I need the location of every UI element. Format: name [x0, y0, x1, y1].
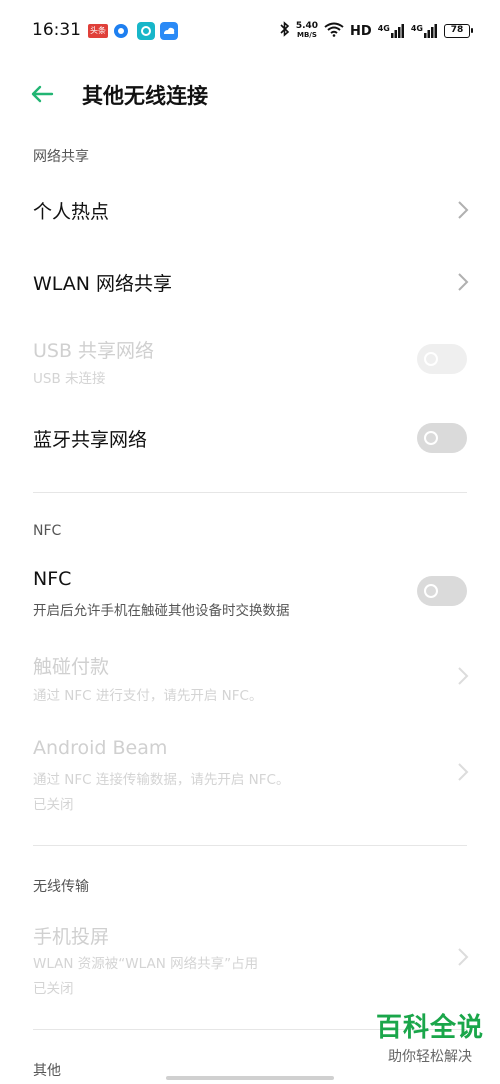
- nfc-subtitle: 开启后允许手机在触碰其他设备时交换数据: [33, 603, 290, 619]
- tap-pay-title: 触碰付款: [33, 656, 110, 678]
- section-label-other: 其他: [33, 1063, 61, 1079]
- screen-cast-subtitle: WLAN 资源被“WLAN 网络共享”占用: [33, 956, 259, 972]
- news-app-icon: 头条: [88, 24, 108, 38]
- watermark-sub: 助你轻松解决: [387, 1049, 472, 1065]
- wlan-share-row[interactable]: WLAN 网络共享: [0, 258, 500, 306]
- watermark-main: 百科全说: [375, 1013, 484, 1043]
- wifi-icon: [324, 21, 344, 41]
- screen-cast-title: 手机投屏: [33, 926, 110, 948]
- android-beam-title: Android Beam: [33, 737, 168, 759]
- chevron-right-icon: [458, 667, 469, 685]
- hd-label: HD: [350, 23, 372, 39]
- usb-share-title: USB 共享网络: [33, 340, 155, 362]
- hotspot-title: 个人热点: [33, 201, 110, 223]
- watermark: 百科全说 助你轻松解决: [376, 1007, 484, 1066]
- screen-cast-state: 已关闭: [33, 981, 74, 997]
- divider: [33, 845, 467, 846]
- wlan-share-title: WLAN 网络共享: [33, 273, 173, 295]
- tap-pay-row: 触碰付款 通过 NFC 进行支付，请先开启 NFC。: [0, 652, 500, 708]
- page-title: 其他无线连接: [82, 84, 208, 108]
- browser-app-icon: [114, 24, 128, 38]
- back-arrow-icon: [31, 85, 54, 103]
- bt-share-toggle[interactable]: [417, 423, 467, 453]
- status-time: 16:31: [32, 20, 81, 40]
- divider: [33, 492, 467, 493]
- section-label-nfc: NFC: [33, 523, 62, 539]
- speed-unit: MB/S: [296, 31, 317, 39]
- usb-share-row: USB 共享网络 USB 未连接: [0, 334, 500, 390]
- camera-app-icon: [137, 22, 155, 40]
- battery-icon: 78: [444, 24, 473, 38]
- signal-icon-2: 4G: [411, 24, 438, 38]
- status-bar: 16:31 头条 5.40 MB/S HD 4G 4G 78: [0, 0, 500, 60]
- bt-share-title: 蓝牙共享网络: [33, 429, 148, 451]
- chevron-right-icon: [458, 763, 469, 781]
- screen-cast-row: 手机投屏 WLAN 资源被“WLAN 网络共享”占用 已关闭: [0, 920, 500, 997]
- chevron-right-icon: [458, 201, 469, 219]
- status-icons: 5.40 MB/S HD 4G 4G 78: [280, 20, 473, 42]
- section-label-wireless: 无线传输: [33, 879, 89, 895]
- speed-value: 5.40: [295, 21, 319, 31]
- network-type-2: 4G: [410, 24, 423, 33]
- nfc-row[interactable]: NFC 开启后允许手机在触碰其他设备时交换数据: [0, 566, 500, 622]
- tap-pay-subtitle: 通过 NFC 进行支付，请先开启 NFC。: [33, 688, 263, 704]
- app-header: 其他无线连接: [0, 70, 500, 118]
- chevron-right-icon: [458, 948, 469, 966]
- network-speed: 5.40 MB/S: [296, 22, 318, 40]
- usb-share-toggle: [417, 344, 467, 374]
- usb-share-subtitle: USB 未连接: [33, 371, 106, 387]
- android-beam-subtitle: 通过 NFC 连接传输数据，请先开启 NFC。: [33, 772, 290, 788]
- bluetooth-icon: [280, 21, 290, 41]
- section-label-tethering: 网络共享: [33, 149, 89, 165]
- bt-share-row[interactable]: 蓝牙共享网络: [0, 414, 500, 462]
- home-indicator[interactable]: [166, 1076, 334, 1080]
- signal-icon-1: 4G: [378, 24, 405, 38]
- hotspot-row[interactable]: 个人热点: [0, 186, 500, 234]
- android-beam-state: 已关闭: [33, 797, 74, 813]
- chevron-right-icon: [458, 273, 469, 291]
- nfc-toggle[interactable]: [417, 576, 467, 606]
- android-beam-row: Android Beam 通过 NFC 连接传输数据，请先开启 NFC。 已关闭: [0, 737, 500, 813]
- nfc-title: NFC: [33, 568, 72, 590]
- back-button[interactable]: [26, 78, 58, 110]
- cloud-app-icon: [160, 22, 178, 40]
- network-type-1: 4G: [377, 24, 390, 33]
